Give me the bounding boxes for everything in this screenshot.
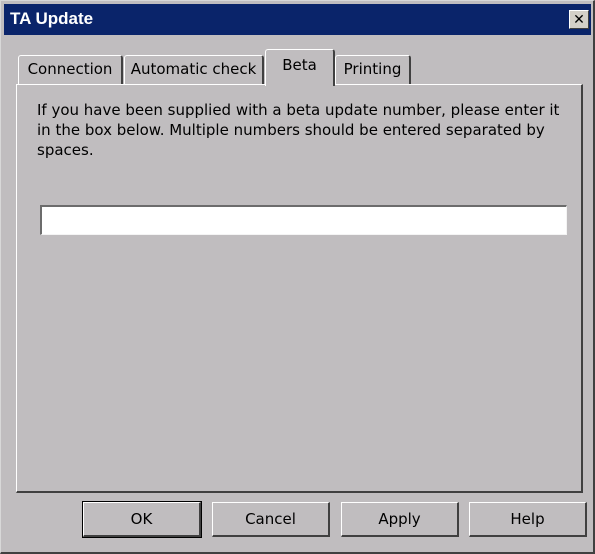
help-button[interactable]: Help: [469, 502, 587, 537]
tab-connection[interactable]: Connection: [18, 55, 123, 84]
cancel-button[interactable]: Cancel: [212, 502, 330, 537]
beta-instructions: If you have been supplied with a beta up…: [37, 101, 560, 159]
tab-label: Beta: [282, 56, 317, 74]
tab-automatic-check[interactable]: Automatic check: [124, 55, 264, 84]
tab-printing[interactable]: Printing: [335, 55, 411, 84]
beta-tab-panel: If you have been supplied with a beta up…: [16, 84, 583, 493]
ok-button[interactable]: OK: [82, 501, 202, 538]
dialog-window: TA Update ✕ Connection Automatic check B…: [0, 0, 595, 554]
tab-beta[interactable]: Beta: [265, 49, 335, 86]
tab-label: Printing: [343, 60, 402, 78]
tab-label: Connection: [27, 60, 113, 78]
beta-update-number-input[interactable]: [40, 205, 567, 235]
apply-button[interactable]: Apply: [341, 502, 459, 537]
tab-label: Automatic check: [130, 60, 257, 78]
tab-strip: Connection Automatic check Beta Printing: [1, 1, 595, 91]
